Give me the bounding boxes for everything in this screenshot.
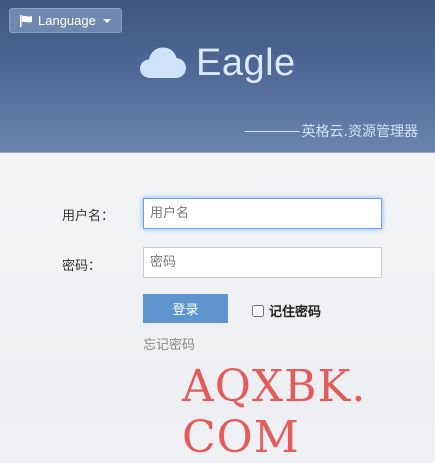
username-label: 用户名： bbox=[62, 209, 115, 224]
language-label: Language bbox=[38, 13, 96, 28]
login-header: Language Eagle 英格云.资源管理器 bbox=[0, 0, 435, 153]
remember-password-option[interactable]: 记住密码 bbox=[252, 301, 321, 320]
forgot-password-link[interactable]: 忘记密码 bbox=[143, 334, 195, 353]
cloud-icon bbox=[140, 47, 186, 78]
username-input[interactable] bbox=[143, 198, 382, 229]
tagline: 英格云.资源管理器 bbox=[244, 121, 418, 141]
watermark-text: AQXBK. COM bbox=[182, 361, 367, 463]
brand-logo: Eagle bbox=[140, 40, 296, 86]
remember-password-label: 记住密码 bbox=[269, 305, 322, 320]
remember-password-checkbox[interactable] bbox=[252, 304, 264, 317]
flag-icon bbox=[20, 14, 32, 27]
login-button[interactable]: 登录 bbox=[143, 294, 228, 323]
tagline-divider bbox=[244, 130, 300, 132]
language-dropdown-button[interactable]: Language bbox=[9, 8, 122, 33]
caret-down-icon bbox=[102, 18, 111, 23]
password-input[interactable] bbox=[143, 247, 382, 278]
brand-name: Eagle bbox=[196, 41, 296, 84]
password-label: 密码： bbox=[62, 259, 102, 274]
tagline-text: 英格云.资源管理器 bbox=[301, 124, 418, 140]
